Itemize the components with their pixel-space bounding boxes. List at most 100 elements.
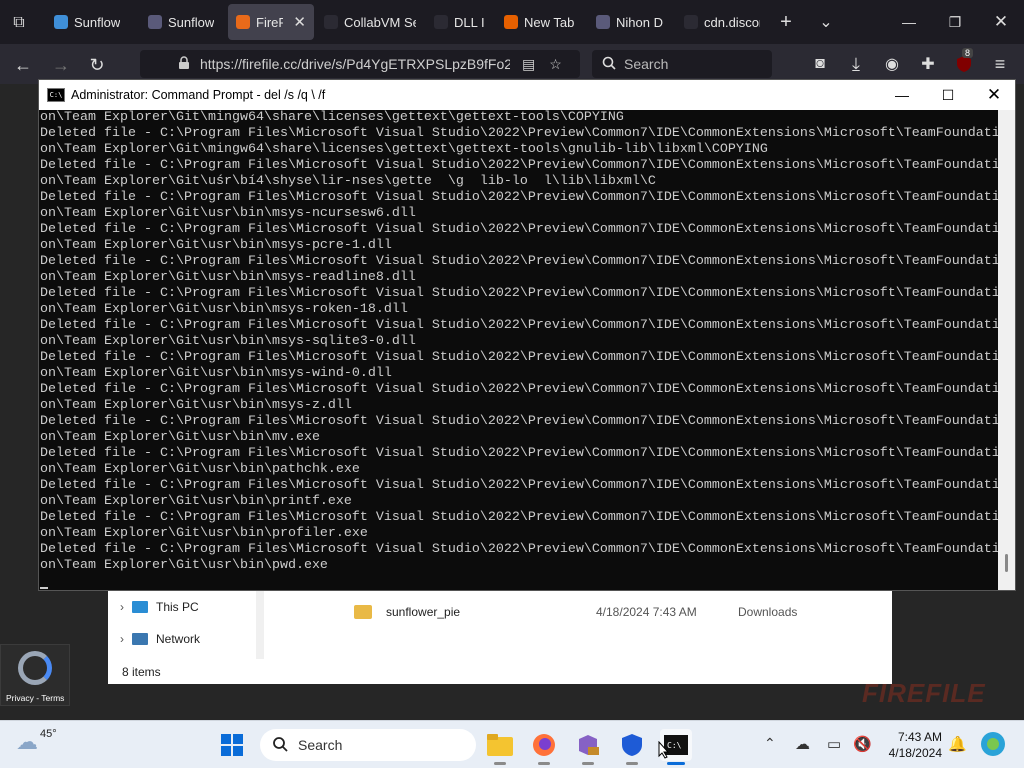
onedrive-offline-icon[interactable]: ☁ <box>795 735 810 753</box>
cmd-scroll-thumb[interactable] <box>1005 554 1008 572</box>
console-line: Deleted file - C:\Program Files\Microsof… <box>40 126 998 141</box>
pocket-icon[interactable]: ◙ <box>810 54 830 74</box>
cmd-title: Administrator: Command Prompt - del /s /… <box>71 88 326 102</box>
hamburger-menu-icon[interactable]: ≡ <box>990 54 1010 74</box>
nav-this-pc[interactable]: › This PC <box>120 600 199 614</box>
tab-label: DLL Injec <box>454 14 484 30</box>
tab-favicon-icon <box>504 15 518 29</box>
volume-muted-icon[interactable]: 🔇 <box>853 735 872 753</box>
tab-label: Sunflow <box>168 14 215 30</box>
cmd-close-icon[interactable]: ✕ <box>971 80 1017 110</box>
download-icon[interactable]: ⤓ <box>846 54 866 74</box>
extensions-icon[interactable]: ✚ <box>918 54 938 74</box>
console-output[interactable]: on\Team Explorer\Git\mingw64\share\licen… <box>40 110 998 588</box>
tab-close-icon[interactable]: ✕ <box>293 13 306 31</box>
weather-widget[interactable]: ☁ 45° <box>16 728 57 755</box>
tab-favicon-icon <box>684 15 698 29</box>
tab-label: New Tab <box>524 14 575 30</box>
browser-tab[interactable]: Nihon D <box>588 4 674 40</box>
console-line: Deleted file - C:\Program Files\Microsof… <box>40 382 998 397</box>
recaptcha-privacy-terms[interactable]: Privacy - Terms <box>6 693 64 703</box>
cmd-title-bar[interactable]: C:\ Administrator: Command Prompt - del … <box>39 80 1015 110</box>
chevron-up-icon[interactable]: ⌃ <box>764 735 776 752</box>
visual-studio-taskbar-icon[interactable] <box>572 729 604 765</box>
browser-tab[interactable]: FireFi ✕ <box>228 4 314 40</box>
forward-arrow-icon[interactable]: → <box>50 54 72 76</box>
browser-tab[interactable]: Sunflow <box>46 4 136 40</box>
tab-list-icon[interactable]: ⧉ <box>8 12 30 34</box>
bookmark-star-icon[interactable]: ☆ <box>549 56 562 73</box>
tab-label: cdn.discorda <box>704 14 760 30</box>
console-line: Deleted file - C:\Program Files\Microsof… <box>40 542 998 557</box>
console-line: on\Team Explorer\Git\usr\bin\msys-pcre-1… <box>40 238 392 253</box>
cmd-minimize-icon[interactable]: — <box>879 80 925 110</box>
start-button[interactable] <box>216 729 248 761</box>
browser-tab[interactable]: DLL Injec <box>426 4 492 40</box>
cmd-maximize-icon[interactable]: ☐ <box>925 80 971 110</box>
nav-this-pc-label: This PC <box>156 600 199 614</box>
tab-label: CollabVM Se <box>344 14 416 30</box>
account-icon[interactable]: ◉ <box>882 54 902 74</box>
running-indicator <box>494 762 506 765</box>
mouse-pointer-icon <box>658 740 670 764</box>
browser-tab[interactable]: CollabVM Se <box>316 4 424 40</box>
tab-favicon-icon <box>54 15 68 29</box>
recaptcha-badge[interactable]: Privacy - Terms <box>0 644 70 706</box>
console-line: on\Team Explorer\Git\usr\bin\pwd.exe <box>40 558 328 573</box>
computer-icon <box>132 601 148 613</box>
console-line: on\Team Explorer\Git\mingw64\share\licen… <box>40 142 768 157</box>
console-line: Deleted file - C:\Program Files\Microsof… <box>40 254 998 269</box>
file-explorer-window: › This PC › Network 8 items sunflower_pi… <box>108 589 892 684</box>
display-icon[interactable]: ▭ <box>827 735 841 753</box>
close-icon[interactable]: ✕ <box>978 0 1024 44</box>
console-line: on\Team Explorer\Git\usr\bin\msys-roken-… <box>40 302 408 317</box>
cmd-scrollbar[interactable] <box>998 110 1015 590</box>
console-line: on\Team Explorer\Git\mingw64\share\licen… <box>40 110 624 125</box>
new-tab-icon[interactable]: + <box>776 11 796 33</box>
copilot-icon[interactable] <box>980 731 1006 762</box>
console-line: on\Team Explorer\Git\usr\bin\msys-wind-0… <box>40 366 392 381</box>
minimize-icon[interactable]: — <box>886 0 932 44</box>
reader-view-icon[interactable]: ▤ <box>522 56 535 73</box>
nav-network-label: Network <box>156 632 201 646</box>
browser-tab[interactable]: New Tab <box>496 4 586 40</box>
nav-network[interactable]: › Network <box>120 632 200 646</box>
defender-taskbar-icon[interactable] <box>616 729 648 765</box>
file-type: Downloads <box>738 605 798 619</box>
restore-icon[interactable]: ❐ <box>932 0 978 44</box>
chevron-right-icon: › <box>120 600 124 614</box>
notification-bell-icon[interactable]: 🔔 <box>948 735 967 753</box>
console-line: on\Team Explorer\Git\usr\bin\pathchk.exe <box>40 462 360 477</box>
url-bar[interactable]: https://firefile.cc/drive/s/Pd4YgETRXPSL… <box>140 50 580 78</box>
explorer-sidebar-divider <box>256 589 264 659</box>
browser-tab[interactable]: Sunflow <box>140 4 226 40</box>
lock-icon <box>178 55 190 73</box>
console-line: Deleted file - C:\Program Files\Microsof… <box>40 446 998 461</box>
browser-tab[interactable]: cdn.discorda <box>676 4 768 40</box>
system-clock[interactable]: 7:43 AM 4/18/2024 <box>880 729 942 761</box>
tab-favicon-icon <box>148 15 162 29</box>
back-arrow-icon[interactable]: ← <box>12 54 34 76</box>
tab-label: Nihon D <box>616 14 663 30</box>
console-line: Deleted file - C:\Program Files\Microsof… <box>40 350 998 365</box>
taskbar: ☁ 45° Search C:\ ⌃ ☁ ▭ 🔇 7:43 AM 4/18/20… <box>0 720 1024 768</box>
search-bar[interactable]: Search <box>592 50 772 78</box>
status-item-count: 8 items <box>122 665 161 679</box>
zip-folder-icon <box>354 605 372 619</box>
tab-favicon-icon <box>324 15 338 29</box>
taskbar-search[interactable]: Search <box>260 729 476 761</box>
chevron-down-icon[interactable]: ⌄ <box>816 12 836 32</box>
console-line: Deleted file - C:\Program Files\Microsof… <box>40 222 998 237</box>
ublock-icon[interactable]: 8 <box>954 48 974 74</box>
firefox-taskbar-icon[interactable] <box>528 729 560 765</box>
search-placeholder: Search <box>624 56 669 72</box>
browser-tab-bar: ⧉ Sunflow Sunflow FireFi ✕ CollabVM Se DLL In… <box>0 0 1024 44</box>
console-line: Deleted file - C:\Program Files\Microsof… <box>40 414 998 429</box>
console-line: Deleted file - C:\Program Files\Microsof… <box>40 158 998 173</box>
text-cursor <box>40 587 48 589</box>
reload-icon[interactable]: ↻ <box>86 54 108 76</box>
weather-temp: 45° <box>40 728 57 740</box>
file-row[interactable]: sunflower_pie <box>354 605 460 619</box>
taskbar-search-placeholder: Search <box>298 737 343 753</box>
file-explorer-taskbar-icon[interactable] <box>484 729 516 765</box>
